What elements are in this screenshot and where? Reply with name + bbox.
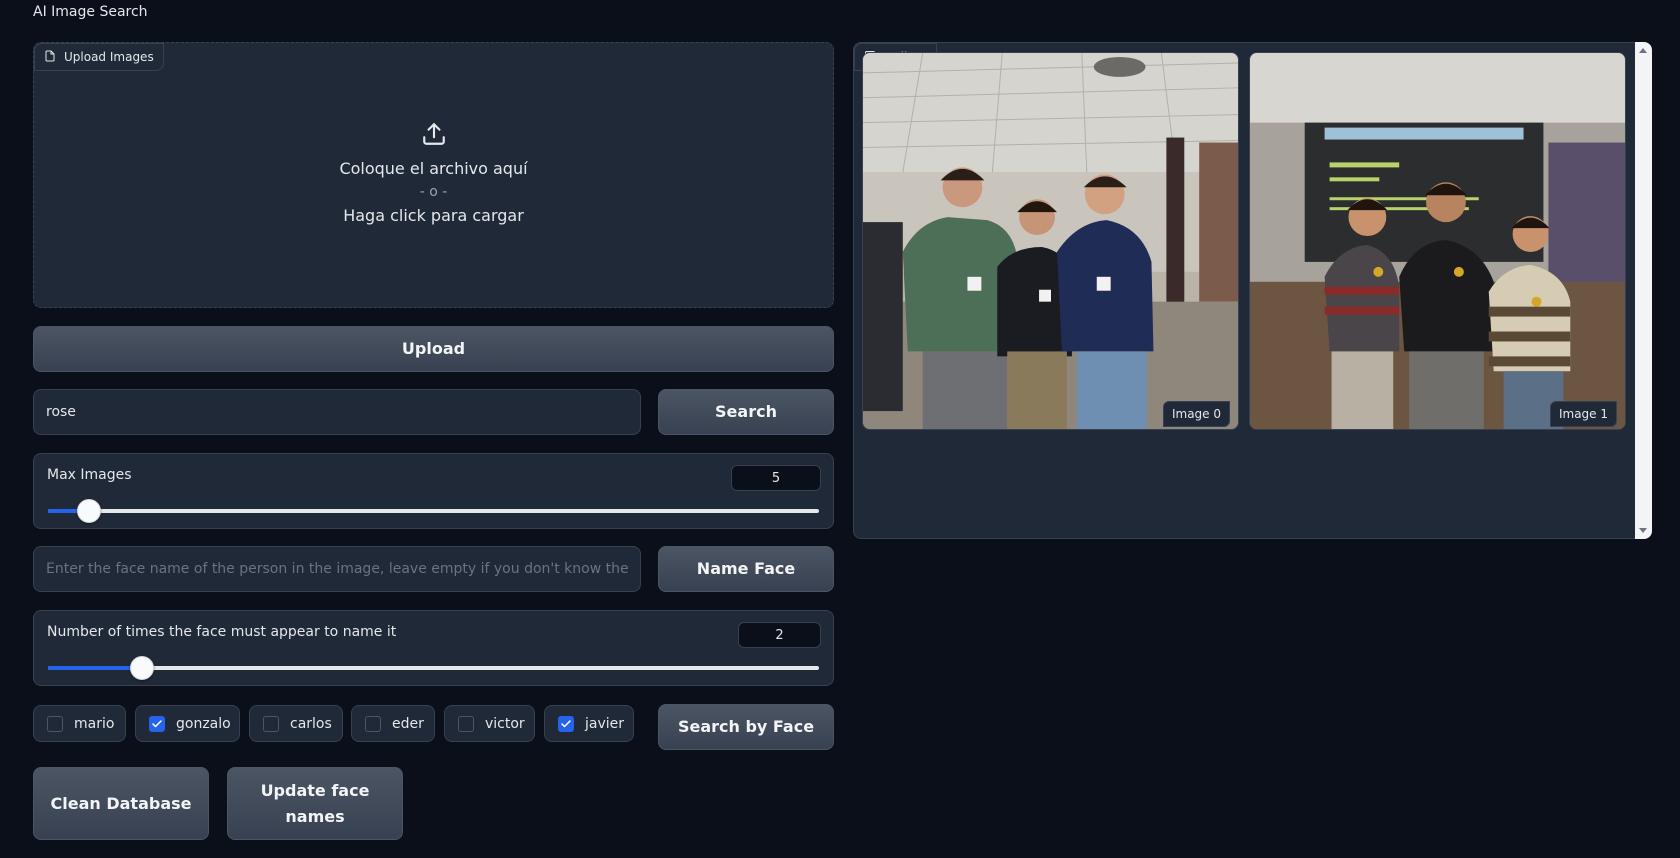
checkbox[interactable] bbox=[149, 715, 165, 732]
gallery-scrollbar[interactable] bbox=[1635, 42, 1652, 539]
scroll-up-icon[interactable] bbox=[1639, 48, 1647, 53]
app-title: AI Image Search bbox=[33, 4, 148, 20]
search-by-face-button[interactable]: Search by Face bbox=[658, 704, 834, 750]
gallery-image-1[interactable]: Image 1 bbox=[1249, 52, 1626, 430]
checkbox[interactable] bbox=[47, 715, 63, 732]
checkbox[interactable] bbox=[365, 715, 381, 732]
face-checkbox-javier[interactable]: javier bbox=[544, 705, 634, 742]
max-images-label: Max Images bbox=[47, 467, 132, 483]
photo-three-with-medals bbox=[1250, 53, 1625, 429]
clean-database-button[interactable]: Clean Database bbox=[33, 767, 209, 840]
drop-or-text: - o - bbox=[419, 184, 448, 200]
upload-label: Upload Images bbox=[34, 43, 164, 71]
face-threshold-label: Number of times the face must appear to … bbox=[47, 624, 397, 640]
upload-label-text: Upload Images bbox=[64, 50, 154, 64]
scroll-down-icon[interactable] bbox=[1639, 528, 1647, 533]
upload-button[interactable]: Upload bbox=[33, 326, 834, 372]
check-icon bbox=[152, 719, 162, 727]
name-face-button[interactable]: Name Face bbox=[658, 546, 834, 592]
checkbox[interactable] bbox=[558, 715, 574, 732]
face-checkbox-label: mario bbox=[74, 715, 115, 732]
face-threshold-slider-block: Number of times the face must appear to … bbox=[33, 610, 834, 686]
face-checkbox-mario[interactable]: mario bbox=[33, 705, 126, 742]
drop-click-text: Haga click para cargar bbox=[343, 206, 524, 225]
face-checkbox-carlos[interactable]: carlos bbox=[249, 705, 343, 742]
checkbox[interactable] bbox=[458, 715, 474, 732]
face-checkbox-label: carlos bbox=[290, 715, 332, 732]
max-images-slider-block: Max Images 5 bbox=[33, 453, 834, 529]
face-threshold-slider-track[interactable] bbox=[48, 656, 819, 680]
search-input[interactable] bbox=[33, 389, 641, 435]
checkbox[interactable] bbox=[263, 715, 279, 732]
face-checkbox-label: gonzalo bbox=[176, 715, 231, 732]
face-threshold-slider-thumb[interactable] bbox=[130, 656, 155, 680]
update-face-names-button[interactable]: Update face names bbox=[227, 767, 403, 840]
upload-icon bbox=[421, 121, 447, 151]
max-images-number-input[interactable]: 5 bbox=[731, 465, 821, 491]
face-checkbox-eder[interactable]: eder bbox=[351, 705, 435, 742]
face-checkbox-label: javier bbox=[585, 715, 625, 732]
face-checkbox-label: victor bbox=[485, 715, 525, 732]
max-images-slider-thumb[interactable] bbox=[76, 499, 101, 523]
photo-group-of-three bbox=[863, 53, 1238, 429]
face-checkbox-label: eder bbox=[392, 715, 424, 732]
face-threshold-number-input[interactable]: 2 bbox=[738, 622, 821, 648]
face-checkbox-gonzalo[interactable]: gonzalo bbox=[135, 705, 240, 742]
gallery-caption: Image 0 bbox=[1162, 401, 1230, 427]
drop-text: Coloque el archivo aquí bbox=[339, 159, 528, 178]
file-icon bbox=[44, 50, 56, 65]
face-name-input[interactable] bbox=[33, 546, 641, 592]
gallery-image-0[interactable]: Image 0 bbox=[862, 52, 1239, 430]
face-checkbox-victor[interactable]: victor bbox=[444, 705, 535, 742]
face-threshold-slider-fill bbox=[48, 666, 143, 670]
max-images-slider-track[interactable] bbox=[48, 499, 819, 523]
check-icon bbox=[561, 719, 571, 727]
gallery-caption: Image 1 bbox=[1549, 401, 1617, 427]
search-button[interactable]: Search bbox=[658, 389, 834, 435]
upload-dropzone[interactable]: Upload Images Coloque el archivo aquí - … bbox=[33, 42, 834, 308]
